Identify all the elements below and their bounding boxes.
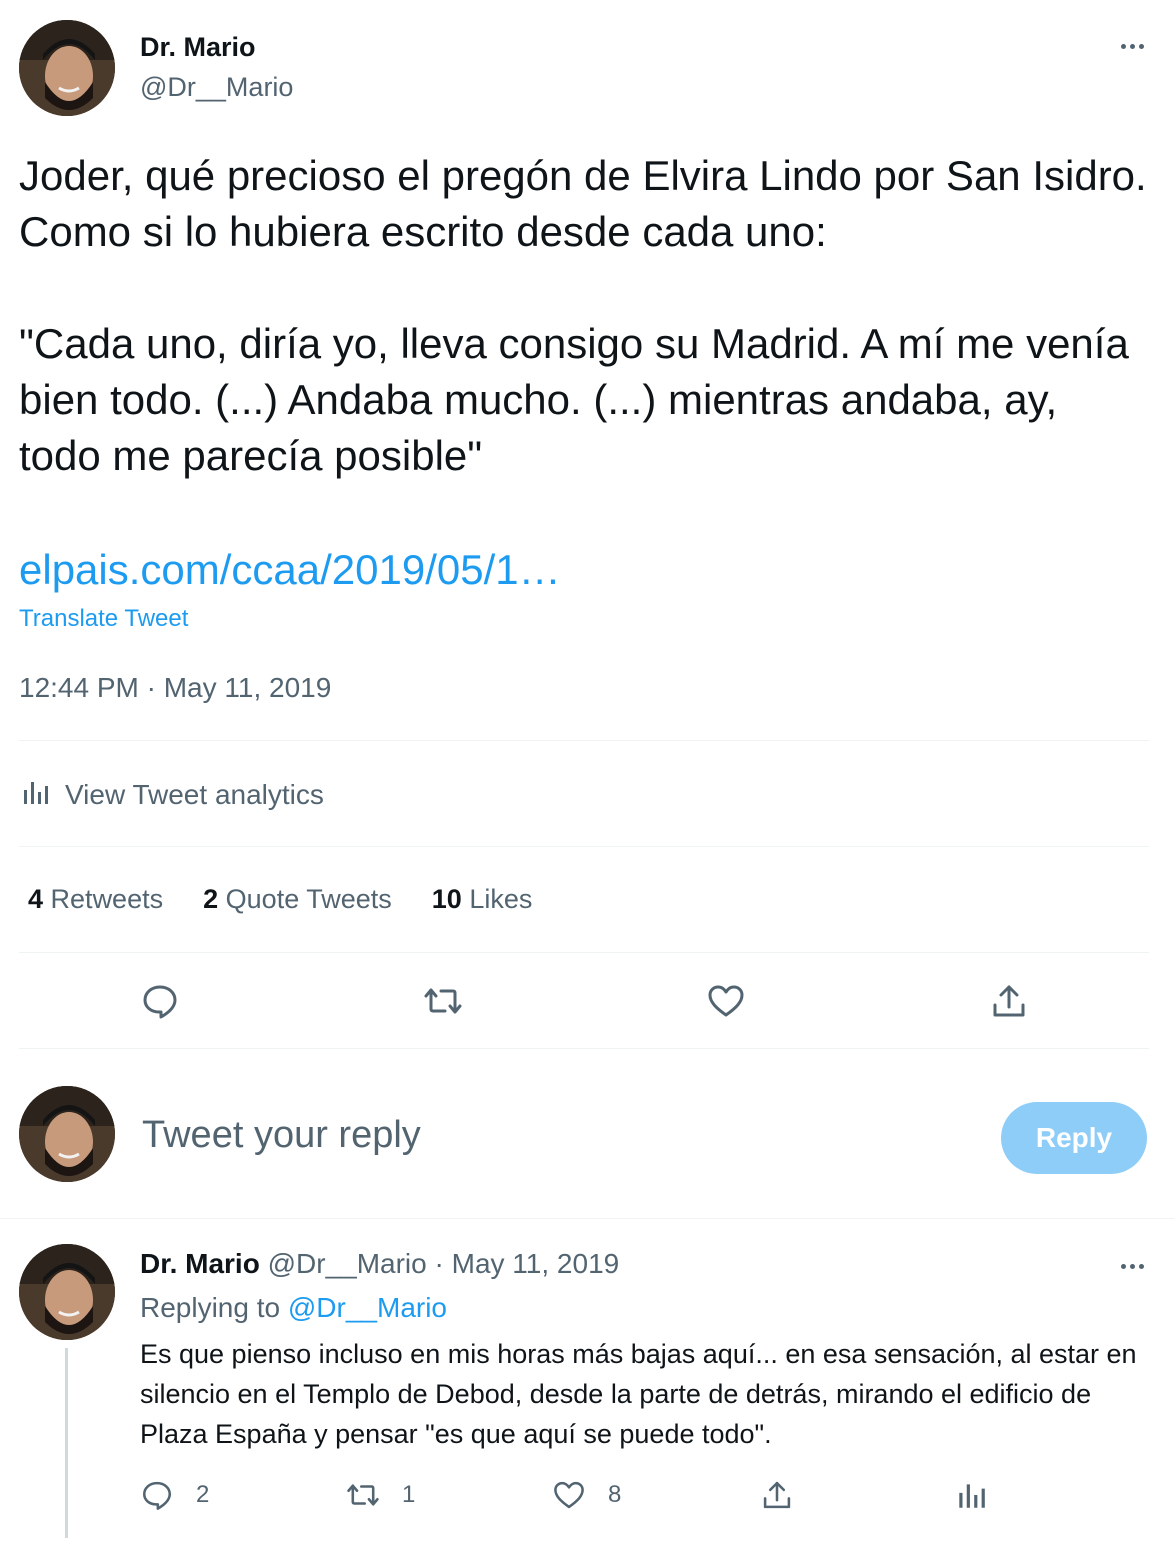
tweet-stats: 4 Retweets 2 Quote Tweets 10 Likes <box>28 884 532 915</box>
divider <box>19 846 1149 847</box>
reply-input[interactable]: Tweet your reply <box>142 1114 421 1157</box>
reply-like-count: 8 <box>608 1481 622 1508</box>
divider <box>19 952 1149 953</box>
like-button[interactable] <box>701 976 751 1026</box>
likes-label: Likes <box>469 884 533 914</box>
analytics-icon <box>19 776 51 813</box>
reply-retweet-action[interactable]: 1 <box>346 1478 415 1512</box>
more-options-icon[interactable] <box>1112 36 1152 56</box>
retweet-icon <box>424 988 462 1014</box>
tweet-text: Joder, qué precioso el pregón de Elvira … <box>19 152 1147 479</box>
reply-more-options-icon[interactable] <box>1112 1256 1152 1276</box>
reply-header: Dr. Mario @Dr__Mario · May 11, 2019 <box>140 1248 619 1280</box>
reply-analytics-action[interactable] <box>954 1478 988 1512</box>
reply-share-action[interactable] <box>760 1478 794 1512</box>
reply-comment-action[interactable]: 2 <box>140 1478 209 1512</box>
replying-to: Replying to @Dr__Mario <box>140 1292 447 1324</box>
avatar-image <box>19 1244 115 1340</box>
translate-tweet-link[interactable]: Translate Tweet <box>19 605 188 633</box>
thread-line <box>65 1348 68 1538</box>
author-avatar[interactable] <box>19 20 115 116</box>
reply-button[interactable] <box>135 976 185 1026</box>
reply-author-avatar[interactable] <box>19 1244 115 1340</box>
share-icon <box>993 985 1025 1017</box>
divider <box>19 1048 1149 1049</box>
quotes-label: Quote Tweets <box>225 884 392 914</box>
divider <box>0 1218 1174 1219</box>
replying-prefix: Replying to <box>140 1292 281 1323</box>
quote-tweets-stat[interactable]: 2 Quote Tweets <box>203 884 392 915</box>
retweets-label: Retweets <box>50 884 164 914</box>
reply-icon <box>143 985 177 1019</box>
likes-stat[interactable]: 10 Likes <box>432 884 533 915</box>
like-icon <box>708 985 744 1017</box>
divider <box>19 740 1149 741</box>
composer-avatar[interactable] <box>19 1086 115 1182</box>
tweet-link[interactable]: elpais.com/ccaa/2019/05/1… <box>19 542 561 598</box>
reply-icon <box>142 1481 172 1510</box>
reply-comment-count: 2 <box>196 1481 210 1508</box>
author-handle[interactable]: @Dr__Mario <box>140 72 293 103</box>
like-icon <box>554 1481 584 1509</box>
reply-like-action[interactable]: 8 <box>552 1478 621 1512</box>
retweet-button[interactable] <box>418 976 468 1026</box>
view-analytics-label: View Tweet analytics <box>65 778 324 810</box>
avatar-image <box>19 1086 115 1182</box>
view-analytics-button[interactable]: View Tweet analytics <box>19 776 324 813</box>
retweets-count: 4 <box>28 884 44 914</box>
reply-separator: · <box>434 1248 444 1279</box>
retweet-icon <box>347 1484 379 1506</box>
quotes-count: 2 <box>203 884 219 914</box>
tweet-timestamp[interactable]: 12:44 PM · May 11, 2019 <box>19 672 331 704</box>
retweets-stat[interactable]: 4 Retweets <box>28 884 163 915</box>
reply-submit-button[interactable]: Reply <box>1001 1102 1147 1174</box>
reply-date[interactable]: May 11, 2019 <box>452 1248 620 1279</box>
reply-author-name[interactable]: Dr. Mario <box>140 1248 260 1279</box>
likes-count: 10 <box>431 884 462 914</box>
avatar-image <box>19 20 115 116</box>
author-name[interactable]: Dr. Mario <box>140 32 256 63</box>
share-button[interactable] <box>984 976 1034 1026</box>
replying-to-handle[interactable]: @Dr__Mario <box>288 1292 447 1323</box>
share-icon <box>763 1481 791 1509</box>
analytics-icon <box>959 1484 985 1508</box>
reply-tweet-text: Es que pienso incluso en mis horas más b… <box>140 1339 1137 1449</box>
reply-retweet-count: 1 <box>402 1481 416 1508</box>
reply-author-handle[interactable]: @Dr__Mario <box>268 1248 427 1279</box>
